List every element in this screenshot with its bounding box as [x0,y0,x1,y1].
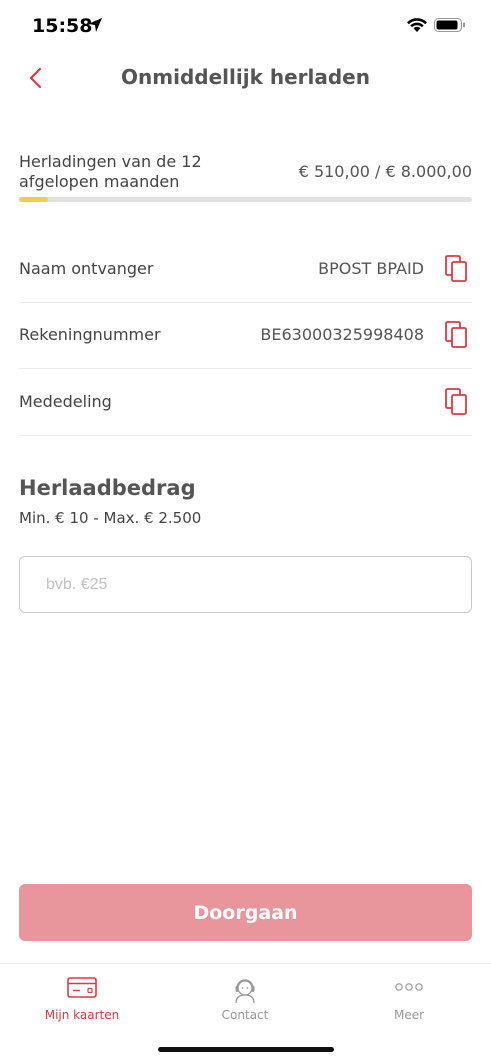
detail-label: Rekeningnummer [19,325,161,344]
home-indicator [158,1047,334,1052]
detail-row-account-number: Rekeningnummer BE63000325998408 [19,303,472,369]
copy-icon[interactable] [444,320,470,350]
tab-label: Mijn kaarten [44,1008,120,1022]
usage-progress-bar [19,197,472,202]
wifi-icon [407,18,427,32]
detail-label: Mededeling [19,392,112,411]
battery-icon [434,18,465,32]
support-agent-icon [235,979,255,1004]
status-time: 15:58 [32,15,93,37]
amount-limits: Min. € 10 - Max. € 2.500 [19,509,202,527]
nav-bar: Onmiddellijk herladen [0,56,491,100]
usage-label-line1: Herladingen van de 12 [19,152,202,171]
location-arrow-icon [88,18,102,32]
detail-value: BE63000325998408 [260,325,424,344]
copy-icon[interactable] [444,254,470,284]
detail-label: Naam ontvanger [19,259,154,278]
tab-contact[interactable]: Contact [163,964,327,1034]
detail-value: BPOST BPAID [318,259,424,278]
status-bar: 15:58 [0,0,491,54]
tab-label: Contact [221,1008,269,1022]
tab-more[interactable]: Meer [327,964,491,1034]
amount-title: Herlaadbedrag [19,476,196,500]
more-dots-icon [395,983,423,991]
detail-row-recipient: Naam ontvanger BPOST BPAID [19,237,472,303]
reload-usage-summary: Herladingen van de 12 afgelopen maanden … [19,152,472,202]
copy-icon[interactable] [444,387,470,417]
continue-button[interactable]: Doorgaan [19,884,472,941]
tab-my-cards[interactable]: Mijn kaarten [0,964,164,1034]
page-title: Onmiddellijk herladen [121,65,370,89]
detail-row-communication: Mededeling [19,370,472,436]
tab-label: Meer [393,1008,425,1022]
usage-label: Herladingen van de 12 afgelopen maanden [19,152,239,192]
card-icon [67,977,97,998]
usage-label-line2: afgelopen maanden [19,172,180,191]
usage-progress-fill [19,197,48,202]
amount-input[interactable] [19,556,472,613]
usage-value: € 510,00 / € 8.000,00 [298,162,472,181]
